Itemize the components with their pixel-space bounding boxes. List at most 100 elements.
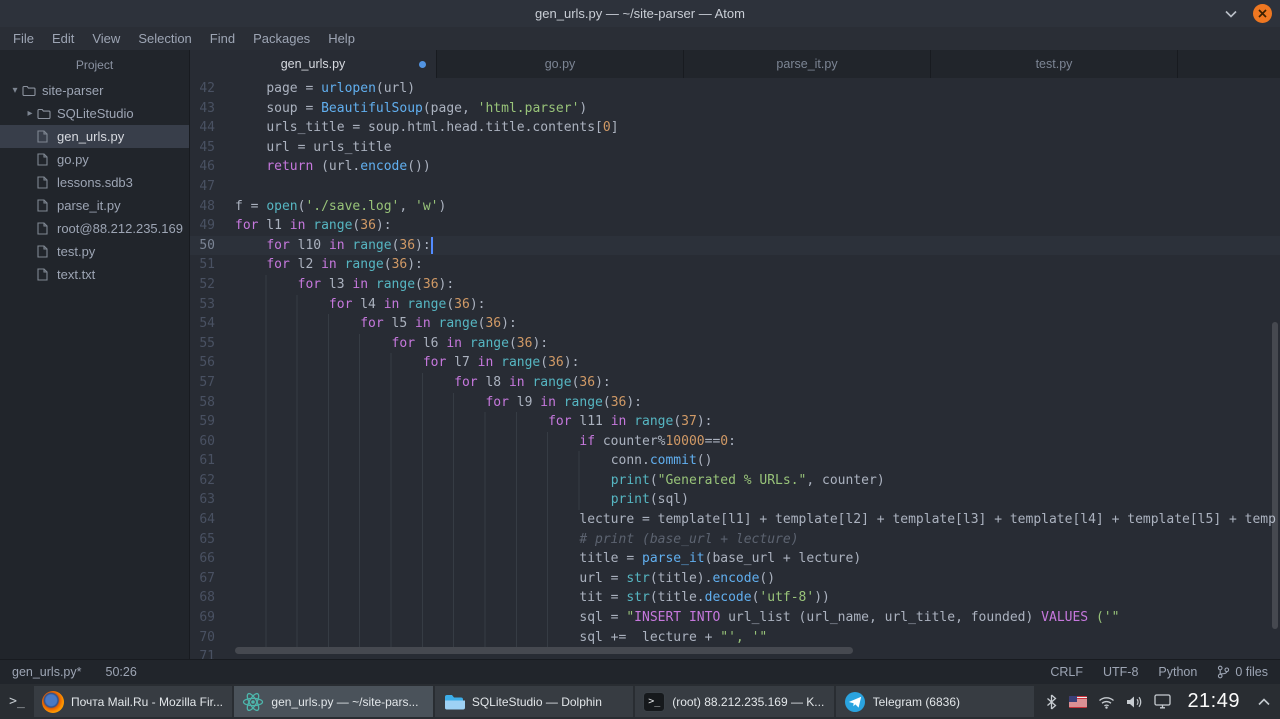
- editor-line[interactable]: 55 for l6 in range(36):: [190, 333, 1280, 354]
- line-number: 42: [199, 81, 215, 96]
- editor-line[interactable]: 47: [190, 177, 1280, 197]
- task-konsole[interactable]: >_ (root) 88.212.235.169 — K...: [635, 686, 834, 717]
- status-file-name[interactable]: gen_urls.py*: [12, 665, 82, 679]
- vertical-scrollbar[interactable]: [1272, 322, 1278, 629]
- close-icon[interactable]: [1253, 4, 1272, 23]
- editor-line[interactable]: 59 for l11 in range(37):: [190, 412, 1280, 432]
- editor-line[interactable]: 52 for l3 in range(36):: [190, 274, 1280, 295]
- editor-line[interactable]: 67 url = str(title).encode(): [190, 568, 1280, 589]
- menu-selection[interactable]: Selection: [129, 27, 200, 50]
- tree-item-go-py[interactable]: go.py: [0, 148, 189, 171]
- tree-item-parse-it-py[interactable]: parse_it.py: [0, 194, 189, 217]
- editor-line[interactable]: 61 conn.commit(): [190, 451, 1280, 471]
- line-number: 55: [199, 335, 215, 351]
- editor-line[interactable]: 54 for l5 in range(36):: [190, 314, 1280, 334]
- status-python[interactable]: Python: [1158, 665, 1197, 679]
- network-icon[interactable]: [1098, 695, 1115, 709]
- tab-parse-it-py[interactable]: parse_it.py: [684, 50, 931, 78]
- editor-line[interactable]: 62 print("Generated % URLs.", counter): [190, 470, 1280, 491]
- editor-line[interactable]: 63 print(sql): [190, 490, 1280, 511]
- taskbar: >_ Почта Mail.Ru - Mozilla Fir... gen_url…: [0, 684, 1280, 719]
- task-buttons: Почта Mail.Ru - Mozilla Fir... gen_urls.p…: [34, 684, 1035, 719]
- editor-line[interactable]: 70 sql += lecture + "', '": [190, 627, 1280, 648]
- modified-dot-icon: [419, 60, 426, 68]
- tree-item-lessons-sdb3[interactable]: lessons.sdb3: [0, 171, 189, 194]
- editor-line[interactable]: 64 lecture = template[l1] + template[l2]…: [190, 510, 1280, 530]
- editor-line[interactable]: 51 for l2 in range(36):: [190, 255, 1280, 275]
- editor-line[interactable]: 50 for l10 in range(36):: [190, 235, 1280, 256]
- tab-bar-filler: [1178, 50, 1280, 78]
- chevron-up-icon[interactable]: [1248, 684, 1280, 719]
- editor-line[interactable]: 66 title = parse_it(base_url + lecture): [190, 549, 1280, 569]
- task-telegram[interactable]: Telegram (6836): [835, 686, 1035, 717]
- task-dolphin[interactable]: SQLiteStudio — Dolphin: [434, 686, 634, 717]
- clock[interactable]: 21:49: [1179, 684, 1248, 719]
- dolphin-icon: [443, 691, 465, 713]
- editor-line[interactable]: 42 page = urlopen(url): [190, 79, 1280, 99]
- task-label: Telegram (6836): [872, 694, 960, 709]
- file-icon: [37, 222, 55, 235]
- tree-item-text-txt[interactable]: text.txt: [0, 263, 189, 286]
- tab-test-py[interactable]: test.py: [931, 50, 1178, 78]
- tree-item-gen-urls-py[interactable]: gen_urls.py: [0, 125, 189, 148]
- tree-item-site-parser[interactable]: ▾ site-parser: [0, 79, 189, 102]
- status-utf-8[interactable]: UTF-8: [1103, 665, 1138, 679]
- volume-icon[interactable]: [1126, 695, 1143, 709]
- editor-line[interactable]: 43 soup = BeautifulSoup(page, 'html.pars…: [190, 98, 1280, 119]
- tab-gen-urls-py[interactable]: gen_urls.py: [190, 50, 437, 78]
- editor-line[interactable]: 45 url = urls_title: [190, 137, 1280, 158]
- menu-view[interactable]: View: [83, 27, 129, 50]
- status-left: gen_urls.py* 50:26: [12, 665, 137, 679]
- editor-line[interactable]: 68 tit = str(title.decode('utf-8')): [190, 588, 1280, 609]
- editor-line[interactable]: 69 sql = "INSERT INTO url_list (url_name…: [190, 608, 1280, 628]
- code-line: sql = "INSERT INTO url_list (url_name, u…: [235, 608, 1280, 628]
- git-status[interactable]: 0 files: [1217, 665, 1268, 679]
- editor-line[interactable]: 57 for l8 in range(36):: [190, 372, 1280, 393]
- task-label: SQLiteStudio — Dolphin: [471, 694, 602, 709]
- app-launcher-icon[interactable]: >_: [0, 684, 34, 719]
- editor-line[interactable]: 49 for l1 in range(36):: [190, 216, 1280, 236]
- menu-file[interactable]: File: [4, 27, 43, 50]
- editor-line[interactable]: 44 urls_title = soup.html.head.title.con…: [190, 118, 1280, 138]
- tab-go-py[interactable]: go.py: [437, 50, 684, 78]
- status-crlf[interactable]: CRLF: [1050, 665, 1083, 679]
- menu-find[interactable]: Find: [201, 27, 244, 50]
- editor-line[interactable]: 46 return (url.encode()): [190, 157, 1280, 177]
- menu-edit[interactable]: Edit: [43, 27, 83, 50]
- editor[interactable]: 42 page = urlopen(url) 43 soup = Beautifu…: [190, 78, 1280, 659]
- line-number: 47: [199, 178, 215, 194]
- code-line: for l7 in range(36):: [235, 353, 1280, 373]
- code-line: for l4 in range(36):: [235, 294, 1280, 315]
- line-number: 67: [199, 570, 215, 586]
- line-number: 66: [199, 551, 215, 567]
- line-number: 56: [199, 355, 215, 371]
- editor-line[interactable]: 53 for l4 in range(36):: [190, 294, 1280, 315]
- project-tree: ▾ site-parser ▸ SQLiteStudio gen_urls.py go.p…: [0, 79, 189, 286]
- status-right: CRLF UTF-8 Python 0 files: [1050, 665, 1268, 679]
- line-number: 68: [199, 590, 215, 606]
- editor-line[interactable]: 58 for l9 in range(36):: [190, 392, 1280, 413]
- task-firefox[interactable]: Почта Mail.Ru - Mozilla Fir...: [34, 686, 233, 717]
- menu-packages[interactable]: Packages: [244, 27, 319, 50]
- editor-line[interactable]: 65 # print (base_url + lecture): [190, 529, 1280, 550]
- editor-line[interactable]: 60 if counter%10000==0:: [190, 431, 1280, 452]
- us-flag-icon[interactable]: [1069, 695, 1088, 708]
- menu-help[interactable]: Help: [319, 27, 364, 50]
- tree-item-label: root@88.212.235.169: [57, 221, 183, 236]
- task-atom[interactable]: gen_urls.py — ~/site-pars...: [234, 686, 433, 717]
- tree-item-sqlitestudio[interactable]: ▸ SQLiteStudio: [0, 102, 189, 125]
- chevron-down-icon[interactable]: [1225, 10, 1237, 18]
- editor-line[interactable]: 48 f = open('./save.log', 'w'): [190, 197, 1280, 217]
- tree-item-root-88-212-235-169[interactable]: root@88.212.235.169: [0, 217, 189, 240]
- tree-item-label: parse_it.py: [57, 198, 121, 213]
- code-line: for l8 in range(36):: [235, 372, 1280, 393]
- horizontal-scrollbar[interactable]: [235, 647, 853, 654]
- tree-item-test-py[interactable]: test.py: [0, 240, 189, 263]
- code-line: conn.commit(): [235, 451, 1280, 471]
- status-cursor-position[interactable]: 50:26: [106, 665, 137, 679]
- bluetooth-icon[interactable]: [1045, 694, 1058, 710]
- line-number: 54: [199, 316, 215, 332]
- konsole-icon: >_: [643, 691, 666, 712]
- editor-line[interactable]: 56 for l7 in range(36):: [190, 353, 1280, 373]
- display-icon[interactable]: [1154, 694, 1172, 709]
